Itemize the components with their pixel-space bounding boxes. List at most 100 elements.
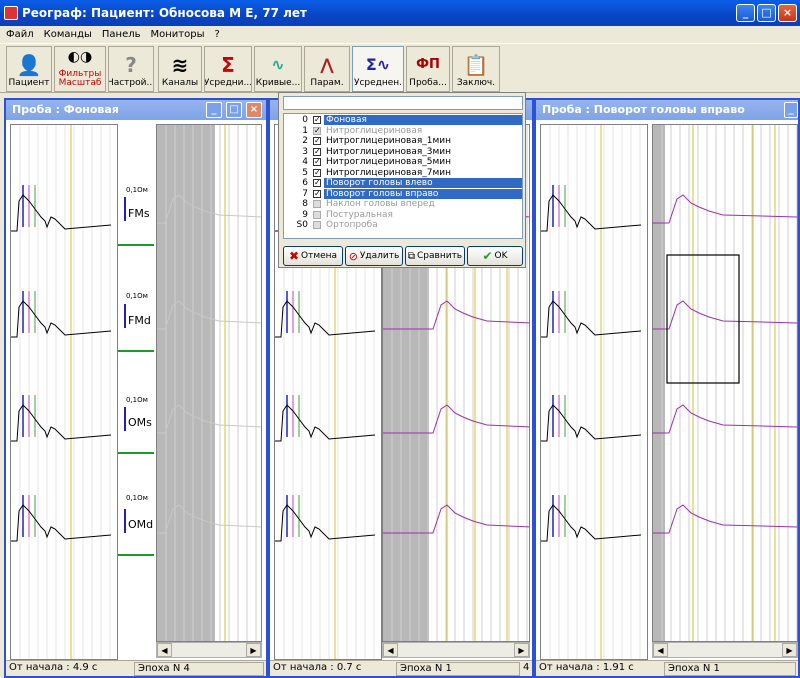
toolbar-channels-button[interactable]: ≋ Каналы [158,46,202,92]
app-icon[interactable] [4,6,18,20]
probe-checkbox[interactable]: ✓ [313,189,321,198]
averaged-icon: Σ∿ [365,55,391,74]
probe-list-item[interactable]: 7 ✓ Поворот головы вправо [284,188,522,199]
toolbar-filters-button[interactable]: ◐◑ Фильтры Масштаб [54,46,106,92]
probe-list-item[interactable]: 3 ✓ Нитроглицериновая_3мин [284,147,522,157]
probe-checkbox[interactable]: ✓ [313,158,321,166]
scroll-left-arrow[interactable]: ◀ [383,643,398,657]
status-epoch: Эпоха N 4 [134,662,264,676]
scroll-right-arrow[interactable]: ▶ [246,643,261,657]
menu-file[interactable]: Файл [6,29,34,40]
probe-number: 7 [302,188,308,199]
app-title: Реограф: Пациент: Обноcова М Е, 77 лет [22,6,307,20]
probe-label: Наклон головы вперед [326,199,435,209]
toolbar: 👤 Пациент ◐◑ Фильтры Масштаб ? Настрой..… [0,43,800,93]
probe-checkbox[interactable]: ✓ [313,168,321,177]
probe-label: Нитроглицериновая [326,125,423,136]
left-statusbar: От начала : 4.9 с Эпоха N 4 [6,660,266,676]
patient-icon: 👤 [16,53,42,77]
scale-bar [124,197,126,221]
channel-label-fmd: FMd [128,314,151,327]
toolbar-patient-button[interactable]: 👤 Пациент [6,46,52,92]
probe-list-item[interactable]: 5 ✓ Нитроглицериновая_7мин [284,168,522,178]
toolbar-curves-button[interactable]: ∿ Кривые... [254,46,302,92]
probe-number: S0 [296,220,308,230]
probe-number: 1 [302,125,308,136]
cancel-icon: ✖ [288,249,299,263]
window-right-title: Проба : Поворот головы вправо [536,100,798,120]
probe-list-item[interactable]: 4 ✓ Нитроглицериновая_5мин [284,157,522,167]
probe-checkbox[interactable] [313,221,321,229]
signal-curve [541,404,642,442]
toolbar-averaged-button[interactable]: Σ∿ Усреднен. [352,46,404,92]
right-signal-panel [540,124,648,660]
minimize-icon[interactable]: _ [206,102,222,118]
probe-list-item[interactable]: 0 ✓ Фоновая [284,115,522,125]
baseline [118,452,154,454]
minimize-icon[interactable]: _ [784,102,798,118]
probe-label: Поворот головы влево [324,178,522,188]
toolbar-probe-button[interactable]: ФП Проба... [406,46,450,92]
middle-hscrollbar[interactable]: ◀ ▶ [382,642,530,658]
probe-number: 2 [302,136,308,146]
scroll-right-arrow[interactable]: ▶ [782,643,797,657]
menu-commands[interactable]: Команды [44,29,92,40]
probe-checkbox[interactable]: ✓ [313,116,321,124]
scroll-right-arrow[interactable]: ▶ [514,643,529,657]
menu-panel[interactable]: Панель [102,29,141,40]
close-icon[interactable]: × [246,102,262,118]
signal-curve [275,300,376,338]
signal-curve [275,504,376,542]
probe-select-dialog: 0 ✓ Фоновая 1 ✓ Нитроглицериновая 2 ✓ Нитроглице… [278,92,526,268]
status-time: От начала : 4.9 с [9,662,98,673]
scroll-left-arrow[interactable]: ◀ [157,643,172,657]
maximize-icon[interactable]: □ [226,102,242,118]
probe-list-item[interactable]: 2 ✓ Нитроглицериновая_1мин [284,136,522,146]
probe-checkbox[interactable]: ✓ [313,126,321,135]
right-average-panel [652,124,798,642]
probe-list-item[interactable]: 8 Наклон головы вперед [284,199,522,209]
probe-label: Ортопроба [326,220,378,230]
signal-curve [11,404,112,442]
window-left: Проба : Фоновая _ □ × 0,1Ом FMs 0,1Ом FM… [4,98,268,678]
probe-checkbox[interactable] [313,200,321,208]
probe-list-item[interactable]: 1 ✓ Нитроглицериновая [284,126,522,136]
toolbar-settings-button[interactable]: ? Настрой... [108,46,154,92]
right-signal-plot [541,125,642,659]
toolbar-params-button[interactable]: ⋀ Парам. [304,46,350,92]
probe-list-item[interactable]: 6 ✓ Поворот головы влево [284,178,522,188]
baseline [118,350,154,352]
right-hscrollbar[interactable]: ◀ ▶ [652,642,798,658]
probe-list-item[interactable]: 9 Постуральная [284,210,522,220]
minimize-icon[interactable]: _ [736,4,755,22]
probe-number: 4 [302,157,308,167]
status-extra: 4 [523,662,530,673]
left-signal-panel [10,124,118,660]
close-icon[interactable]: × [778,4,797,22]
signal-curve [11,194,112,232]
ok-button[interactable]: ✔ OK [467,246,523,266]
delete-button[interactable]: ⊘ Удалить [345,246,403,266]
toolbar-conclusion-button[interactable]: 📋 Заключ. [452,46,500,92]
toolbar-average-button[interactable]: Σ Усредни... [204,46,252,92]
baseline [118,554,154,556]
probe-checkbox[interactable]: ✓ [313,137,321,145]
probe-label: Фоновая [324,115,522,125]
settings-icon: ? [125,53,137,77]
probe-checkbox[interactable]: ✓ [313,179,321,187]
scroll-left-arrow[interactable]: ◀ [653,643,668,657]
cancel-button[interactable]: ✖ Отмена [283,246,343,266]
left-signal-plot [11,125,112,659]
menu-bar: Файл Команды Панель Мониторы ? [0,26,800,42]
left-hscrollbar[interactable]: ◀ ▶ [156,642,262,658]
channel-label-omd: OMd [128,518,154,531]
menu-help[interactable]: ? [215,29,220,40]
compare-button[interactable]: ⧉ Сравнить [405,246,465,266]
probe-checkbox[interactable] [313,210,321,219]
sigma-icon: Σ [221,53,235,77]
maximize-icon[interactable]: □ [757,4,776,22]
channel-labels: 0,1Ом FMs 0,1Ом FMd 0,1Ом OMs 0,1Ом OMd [118,124,156,660]
probe-checkbox[interactable]: ✓ [313,147,321,156]
probe-list-item[interactable]: S0 Ортопроба [284,220,522,230]
menu-monitors[interactable]: Мониторы [151,29,205,40]
